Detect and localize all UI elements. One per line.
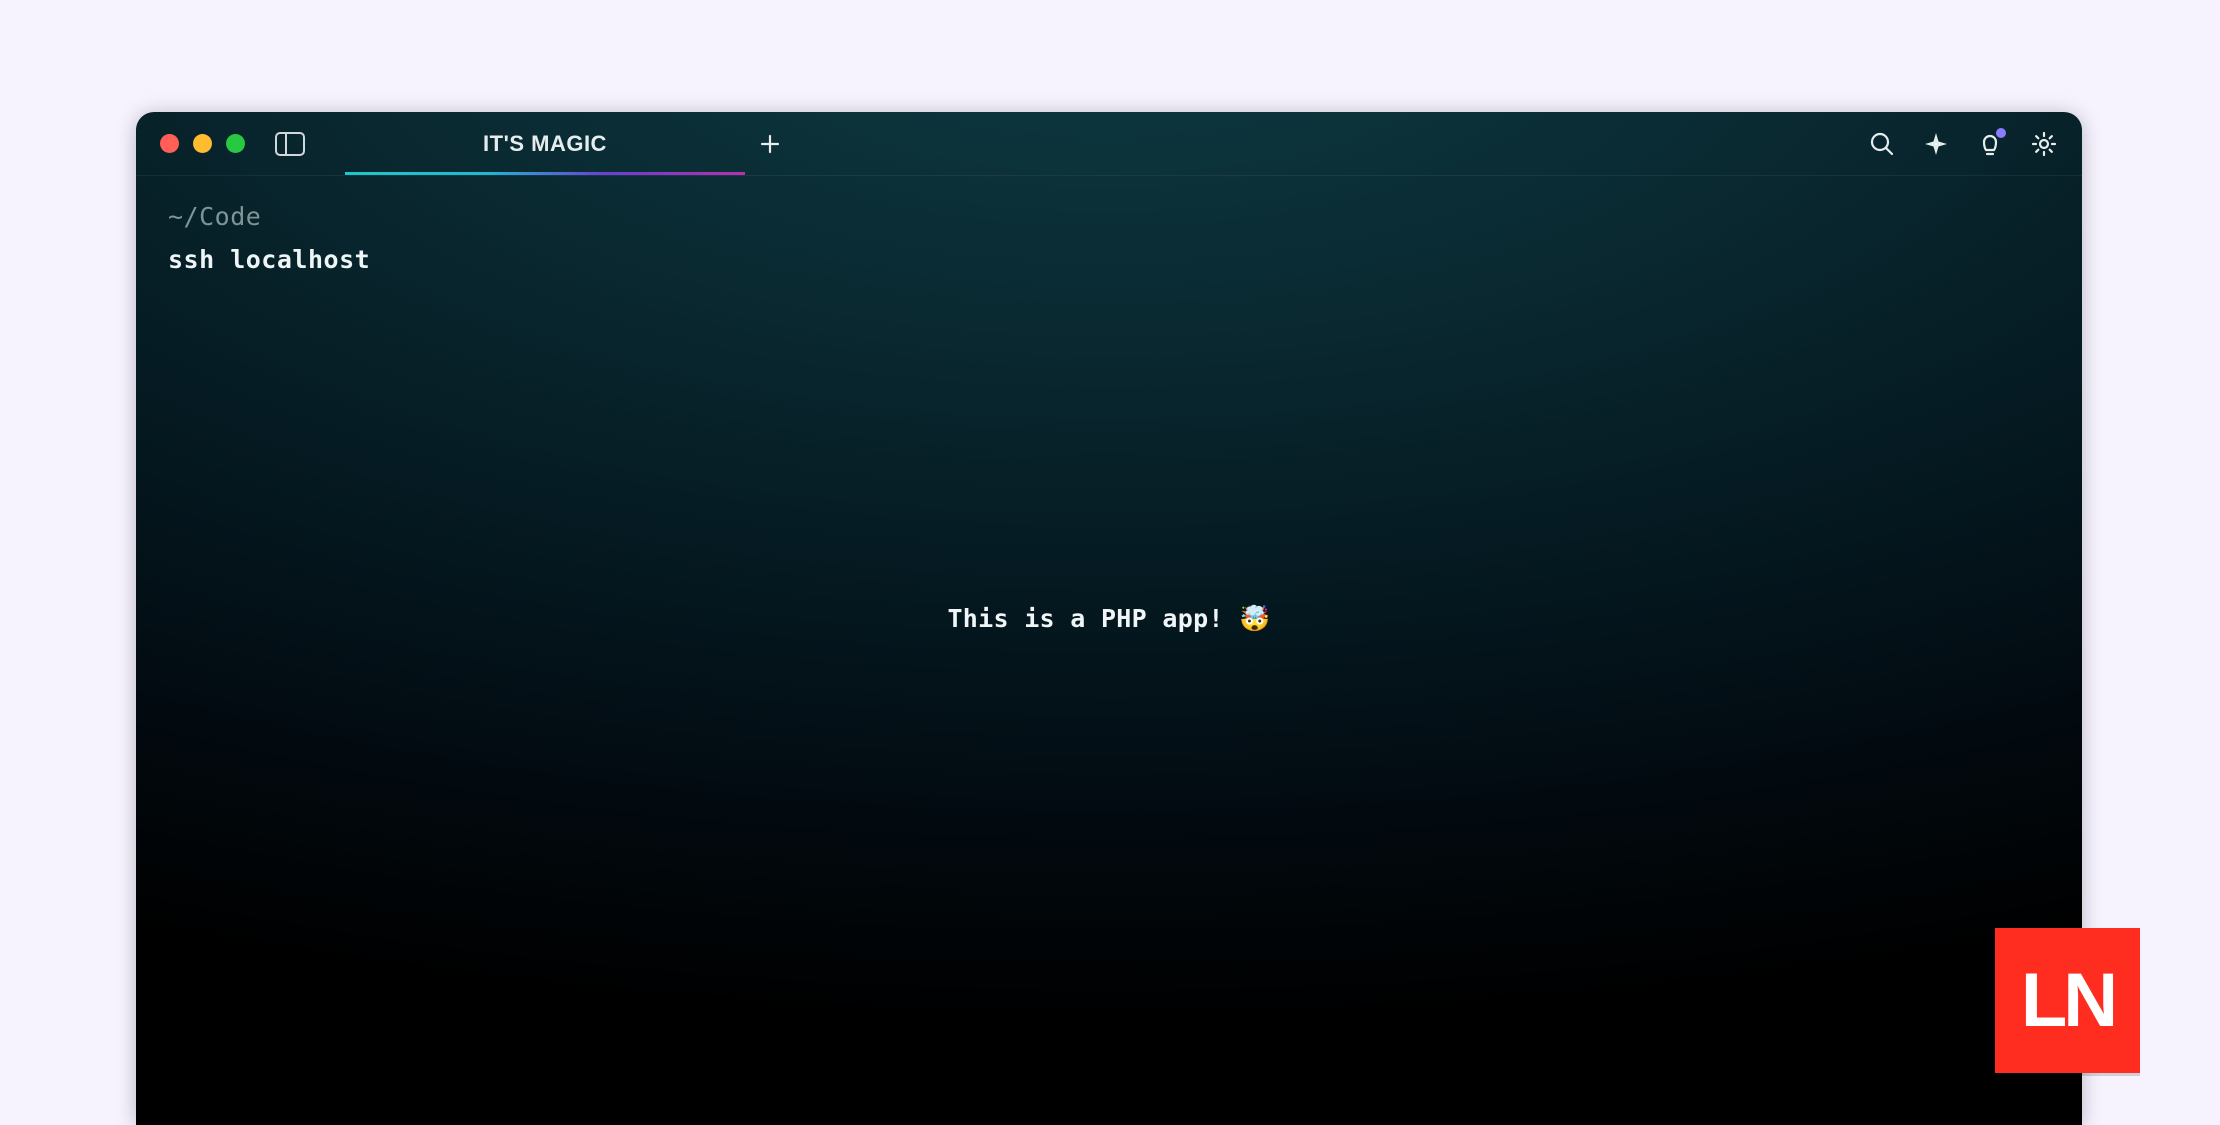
tab-bar: IT'S MAGIC (345, 112, 795, 175)
toolbar-right (1868, 112, 2058, 175)
titlebar: IT'S MAGIC (136, 112, 2082, 176)
command-line: ssh localhost (168, 245, 2050, 274)
gear-icon[interactable] (2030, 130, 2058, 158)
tab-title: IT'S MAGIC (483, 131, 607, 157)
sparkle-icon[interactable] (1922, 130, 1950, 158)
search-icon[interactable] (1868, 130, 1896, 158)
zoom-button[interactable] (226, 134, 245, 153)
bulb-icon[interactable] (1976, 130, 2004, 158)
tab-active[interactable]: IT'S MAGIC (345, 112, 745, 175)
notification-dot-icon (1996, 128, 2006, 138)
minimize-button[interactable] (193, 134, 212, 153)
traffic-lights (136, 134, 245, 153)
new-tab-button[interactable] (745, 112, 795, 175)
brand-logo: LN (1995, 928, 2140, 1073)
terminal-body[interactable]: ~/Code ssh localhost (136, 176, 2082, 300)
brand-logo-text: LN (2021, 957, 2114, 1044)
cwd-prompt: ~/Code (168, 202, 2050, 231)
center-message: This is a PHP app! 🤯 (947, 604, 1270, 634)
terminal-window: IT'S MAGIC (136, 112, 2082, 1125)
panel-toggle-icon[interactable] (275, 132, 305, 156)
close-button[interactable] (160, 134, 179, 153)
